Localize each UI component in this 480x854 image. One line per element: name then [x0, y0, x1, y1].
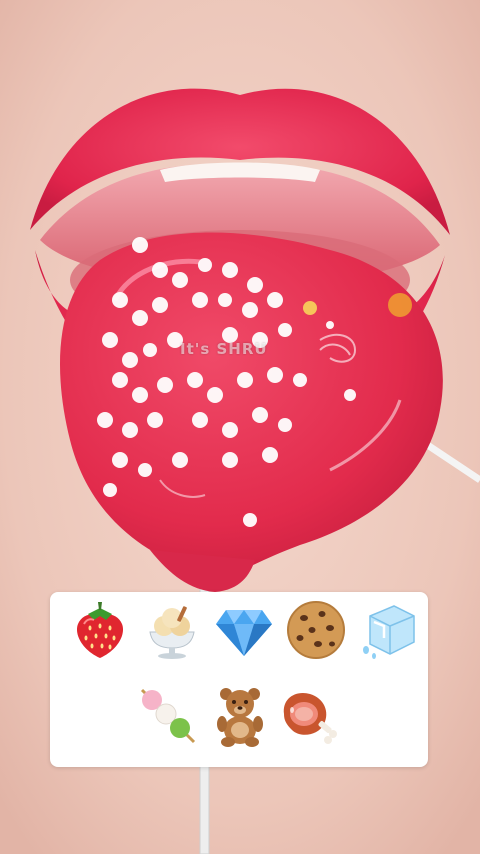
watermark-text: It's SHRU [180, 340, 268, 358]
cookie-icon[interactable] [284, 598, 348, 662]
gem-stone-icon[interactable] [212, 598, 276, 662]
teddy-bear-icon[interactable] [208, 684, 272, 748]
ice-cream-sundae-icon[interactable] [140, 598, 204, 662]
emoji-panel [50, 592, 428, 767]
dango-icon[interactable] [136, 684, 200, 748]
meat-on-bone-icon[interactable] [278, 684, 342, 748]
ice-cube-icon[interactable] [356, 598, 420, 662]
strawberry-icon[interactable] [68, 598, 132, 662]
